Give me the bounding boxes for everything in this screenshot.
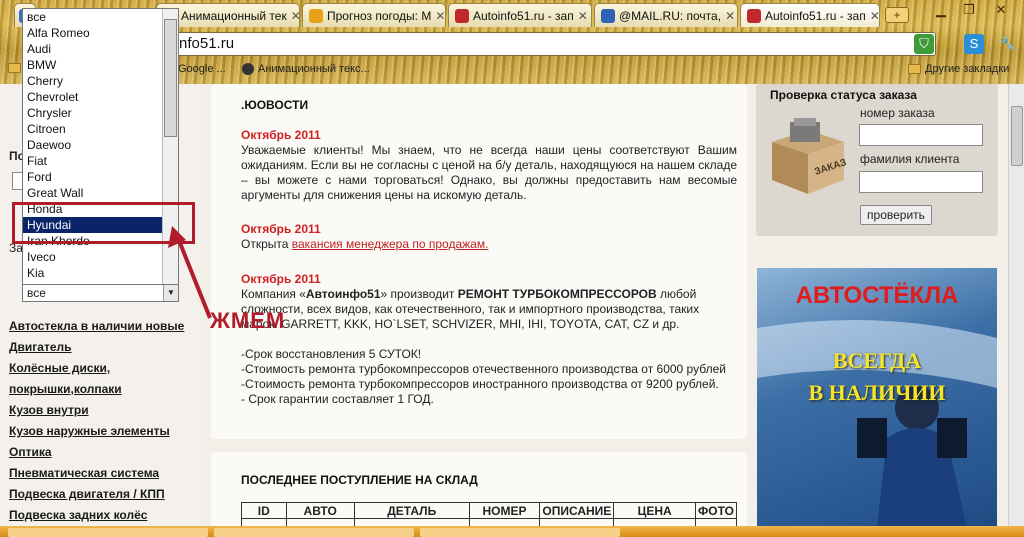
scrollbar-thumb[interactable]	[1011, 106, 1023, 166]
close-icon[interactable]: ✕	[574, 9, 588, 23]
stock-table: ID АВТО ДЕТАЛЬ НОМЕР ОПИСАНИЕ ЦЕНА ФОТО	[241, 502, 738, 526]
table-row	[241, 518, 738, 526]
order-status-box: Проверка статуса заказа ЗАКАЗ номер зака…	[756, 84, 998, 236]
folder-icon	[908, 64, 921, 74]
close-icon[interactable]: ✕	[287, 9, 299, 23]
sidebar-link-engine[interactable]: Двигатель	[9, 340, 72, 354]
order-number-label: номер заказа	[860, 106, 935, 120]
autoinfo-icon	[747, 8, 761, 23]
sidebar-link-engine-mount[interactable]: Подвеска двигателя / КПП	[9, 487, 165, 501]
taskbar-item[interactable]	[8, 528, 208, 537]
taskbar	[0, 526, 1024, 537]
taskbar-item[interactable]	[214, 528, 414, 537]
sidebar-link-body-outside[interactable]: Кузов наружные элементы	[9, 424, 170, 438]
stock-table-header: ID АВТО ДЕТАЛЬ НОМЕР ОПИСАНИЕ ЦЕНА ФОТО	[241, 502, 738, 519]
news-text: Открыта вакансия менеджера по продажам.	[241, 237, 489, 251]
press-label: ЖМЕМ	[210, 308, 286, 333]
weather-icon	[309, 8, 323, 23]
sidebar-link-body-inside[interactable]: Кузов внутри	[9, 403, 89, 417]
restore-icon[interactable]: ❐	[958, 3, 980, 17]
banner-line-3: В НАЛИЧИИ	[808, 380, 946, 405]
taskbar-item[interactable]	[420, 528, 620, 537]
column-header[interactable]: ДЕТАЛЬ	[353, 502, 470, 519]
sidebar-link-rear-suspension[interactable]: Подвеска задних колёс	[9, 508, 147, 522]
column-header[interactable]: ОПИСАНИЕ	[539, 502, 615, 519]
star-icon[interactable]: ☆	[936, 34, 956, 54]
skype-icon[interactable]: S	[964, 34, 984, 54]
client-name-label: фамилия клиента	[860, 152, 960, 166]
tab-autoinfo[interactable]: Autoinfo51.ru - зап ✕	[448, 3, 592, 27]
tab-mail[interactable]: @MAIL.RU: почта, ✕	[594, 3, 738, 27]
shield-icon[interactable]: ⛉	[914, 34, 934, 54]
mail-icon	[601, 8, 615, 23]
wrench-icon[interactable]: 🔧	[998, 34, 1018, 54]
news-panel: .ЮОВОСТИ Октябрь 2011 Уважаемые клиенты!…	[211, 84, 747, 439]
page-scrollbar[interactable]	[1008, 84, 1024, 526]
sidebar-link-pneumatic[interactable]: Пневматическая система	[9, 466, 159, 480]
close-icon[interactable]: ✕	[431, 9, 445, 23]
banner-title: АВТОСТЁКЛА	[795, 282, 959, 309]
column-header[interactable]: АВТО	[285, 502, 355, 519]
autoinfo-icon	[455, 8, 469, 23]
order-number-input[interactable]	[859, 124, 983, 146]
arrow-icon	[168, 226, 212, 319]
column-header[interactable]: ФОТО	[694, 502, 738, 519]
bookmark-other[interactable]: Другие закладки	[908, 63, 1009, 75]
stock-heading: ПОСЛЕДНЕЕ ПОСТУПЛЕНИЕ НА СКЛАД	[241, 473, 478, 487]
news-text: Уважаемые клиенты! Мы знаем, что не всег…	[241, 143, 737, 202]
banner-line-2: ВСЕГДА	[832, 348, 922, 373]
tab-weather[interactable]: Прогноз погоды: М ✕	[302, 3, 446, 27]
sidebar-link-wheels[interactable]: Колёсные диски,	[9, 361, 110, 375]
vacancy-link[interactable]: вакансия менеджера по продажам.	[292, 237, 489, 251]
column-header[interactable]: НОМЕР	[468, 502, 541, 519]
bookmark-animation[interactable]: Анимационный текс...	[242, 63, 370, 75]
sidebar-link-optics[interactable]: Оптика	[9, 445, 52, 459]
auto-glass-banner[interactable]: АВТОСТЁКЛА ВСЕГДА В НАЛИЧИИ	[757, 268, 997, 526]
news-text: Компания «Автоинфо51» производит РЕМОНТ …	[241, 287, 726, 406]
client-name-input[interactable]	[859, 171, 983, 193]
new-tab-button[interactable]: +	[885, 7, 909, 23]
order-status-title: Проверка статуса заказа	[770, 88, 917, 102]
close-icon[interactable]: ✕	[721, 9, 735, 23]
window-close-icon[interactable]: ✕	[990, 3, 1012, 17]
order-box-image: ЗАКАЗ	[768, 116, 848, 196]
address-bar[interactable]: nfo51.ru	[170, 32, 936, 56]
column-header[interactable]: ЦЕНА	[613, 502, 696, 519]
minimize-icon[interactable]: ▁	[930, 3, 952, 17]
sidebar-link-tires[interactable]: покрышки,колпаки	[9, 382, 122, 396]
check-button[interactable]: проверить	[860, 205, 932, 225]
close-icon[interactable]: ✕	[866, 9, 879, 23]
tab-autoinfo-active[interactable]: Autoinfo51.ru - зап ✕	[740, 3, 880, 27]
column-header[interactable]: ID	[241, 502, 287, 519]
